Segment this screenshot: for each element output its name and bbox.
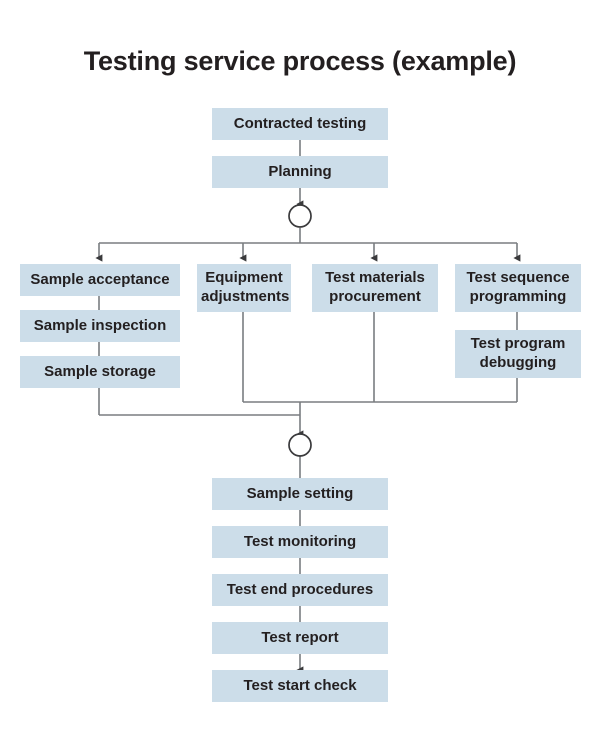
node-label: Test monitoring	[243, 532, 357, 550]
node-test-sequence-programming[interactable]: Test sequence programming	[455, 264, 581, 312]
split-junction-circle-icon	[288, 204, 312, 228]
node-test-end-procedures[interactable]: Test end procedures	[212, 574, 388, 606]
node-label: Planning	[268, 162, 332, 180]
node-label: Test materials procurement	[325, 269, 425, 305]
node-sample-setting[interactable]: Sample setting	[212, 478, 388, 510]
node-label: Sample storage	[44, 362, 156, 380]
node-label: Test start check	[243, 676, 357, 694]
node-label: Test report	[261, 628, 339, 646]
node-label: Test end procedures	[226, 580, 374, 598]
node-test-materials-procurement[interactable]: Test materials procurement	[312, 264, 438, 312]
merge-junction-circle-icon	[288, 433, 312, 457]
node-planning[interactable]: Planning	[212, 156, 388, 188]
node-label: Sample setting	[246, 484, 354, 502]
node-sample-acceptance[interactable]: Sample acceptance	[20, 264, 180, 296]
node-sample-inspection[interactable]: Sample inspection	[20, 310, 180, 342]
flowchart-canvas: Testing service process (example) Contra…	[0, 0, 600, 740]
node-test-start-check[interactable]: Test start check	[212, 670, 388, 702]
node-test-program-debugging[interactable]: Test program debugging	[455, 330, 581, 378]
node-label: Sample acceptance	[30, 270, 170, 288]
node-label: Contracted testing	[233, 114, 367, 132]
node-sample-storage[interactable]: Sample storage	[20, 356, 180, 388]
node-label: Equipment adjustments	[201, 269, 290, 305]
node-contracted-testing[interactable]: Contracted testing	[212, 108, 388, 140]
node-label: Sample inspection	[33, 316, 167, 334]
node-test-report[interactable]: Test report	[212, 622, 388, 654]
node-test-monitoring[interactable]: Test monitoring	[212, 526, 388, 558]
node-equipment-adjustments[interactable]: Equipment adjustments	[197, 264, 291, 312]
node-label: Test program debugging	[470, 335, 566, 371]
node-label: Test sequence programming	[466, 269, 570, 305]
